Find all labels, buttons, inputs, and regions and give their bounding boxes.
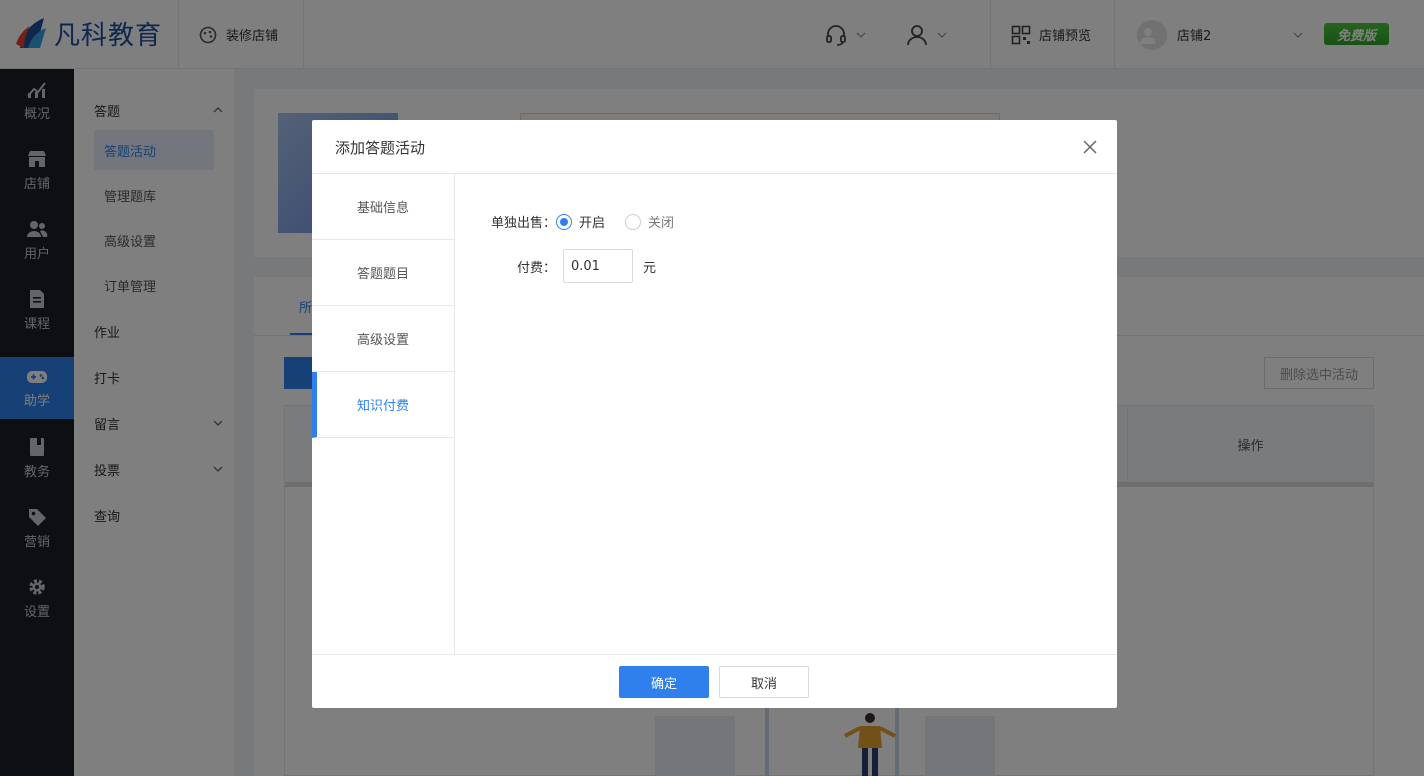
fee-row: 付费： 元: [486, 249, 656, 283]
dialog-footer: 确定 取消: [312, 654, 1117, 708]
tab-questions[interactable]: 答题题目: [312, 240, 454, 306]
fee-label: 付费：: [516, 260, 556, 276]
radio-on-label: 开启: [579, 216, 606, 231]
radio-on[interactable]: 开启: [556, 212, 605, 231]
add-answer-activity-dialog: 添加答题活动 基础信息 答题题目 高级设置 知识付费 单独出售： 开启 关闭 付…: [312, 120, 1117, 708]
cancel-button[interactable]: 取消: [719, 666, 809, 698]
fee-input[interactable]: [563, 249, 633, 283]
tab-paid-knowledge[interactable]: 知识付费: [312, 372, 454, 438]
tab-advanced-settings[interactable]: 高级设置: [312, 306, 454, 372]
dialog-title: 添加答题活动: [335, 139, 426, 157]
fee-unit: 元: [643, 260, 657, 276]
dialog-tab-nav: 基础信息 答题题目 高级设置 知识付费: [312, 174, 455, 654]
tab-basic-info[interactable]: 基础信息: [312, 174, 454, 240]
close-icon: [1083, 140, 1097, 154]
sell-separately-label: 单独出售：: [490, 216, 556, 231]
radio-off[interactable]: 关闭: [625, 212, 674, 231]
radio-off-label: 关闭: [648, 216, 675, 231]
confirm-button[interactable]: 确定: [619, 666, 709, 698]
sell-separately-row: 单独出售： 开启 关闭: [486, 212, 694, 231]
radio-checked-icon: [556, 213, 572, 230]
radio-unchecked-icon: [625, 213, 642, 230]
dialog-header: 添加答题活动: [312, 120, 1117, 174]
close-button[interactable]: [1079, 136, 1101, 158]
